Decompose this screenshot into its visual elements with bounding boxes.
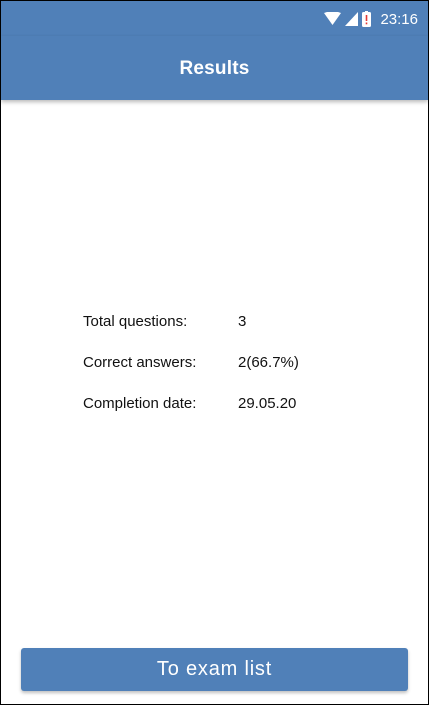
app-bar: Results [1,36,428,100]
status-time: 23:16 [380,10,418,28]
results-summary: Total questions: 3 Correct answers: 2(66… [83,313,338,436]
signal-icon [345,12,359,26]
result-label: Completion date: [83,395,197,412]
result-row-correct-answers: Correct answers: 2(66.7%) [83,354,338,395]
result-label: Correct answers: [83,354,197,371]
result-row-total-questions: Total questions: 3 [83,313,338,354]
to-exam-list-button[interactable]: To exam list [21,648,408,691]
result-label: Total questions: [83,313,188,330]
result-row-completion-date: Completion date: 29.05.20 [83,395,338,436]
app-screen: 23:16 Results Total questions: 3 Correct… [0,0,429,705]
status-bar: 23:16 [1,1,428,36]
result-value: 3 [238,313,247,330]
wifi-icon [324,12,342,26]
battery-alert-icon [362,11,372,27]
result-value: 29.05.20 [238,395,297,412]
page-title: Results [179,58,250,79]
status-icons: 23:16 [324,10,418,28]
result-value: 2(66.7%) [238,354,299,371]
